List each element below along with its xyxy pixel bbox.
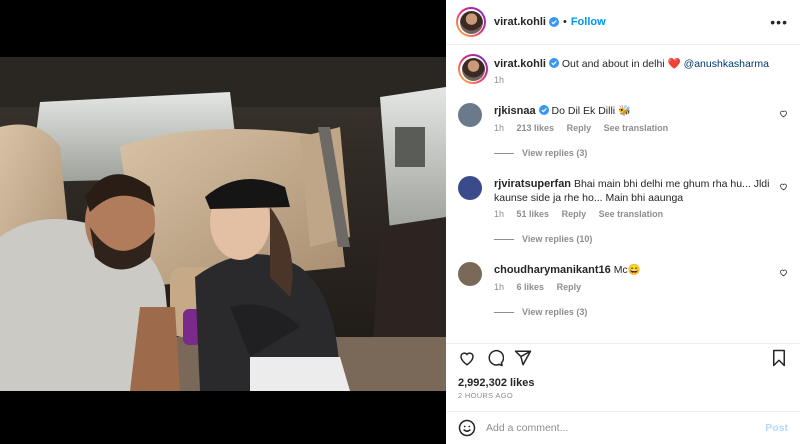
share-icon[interactable] — [514, 349, 532, 367]
caption-username[interactable]: virat.kohli — [494, 58, 546, 70]
reply-button[interactable]: Reply — [567, 123, 592, 133]
comment-text: Do Dil Ek Dilli 🐝 — [551, 105, 632, 117]
comment-item: rjviratsuperfan Bhai main bhi delhi me g… — [458, 174, 788, 249]
comment-icon[interactable] — [486, 349, 504, 367]
commenter-avatar[interactable] — [458, 176, 482, 200]
comment-age: 1h — [494, 282, 505, 292]
likes-count[interactable]: 2,992,302 likes — [458, 377, 534, 389]
caption-age: 1h — [494, 75, 505, 85]
post-side-panel: virat.kohli • Follow ••• virat.kohli Out… — [446, 0, 800, 444]
reply-button[interactable]: Reply — [562, 209, 587, 219]
comment-likes[interactable]: 51 likes — [517, 209, 550, 219]
caption-text: Out and about in delhi — [561, 58, 665, 70]
caption: virat.kohli Out and about in delhi ❤️ @a… — [458, 54, 788, 94]
heart-icon[interactable] — [458, 349, 476, 367]
caption-avatar[interactable] — [458, 54, 488, 84]
see-translation-button[interactable]: See translation — [599, 209, 664, 219]
commenter-username[interactable]: choudharymanikant16 — [494, 264, 611, 276]
comment-like-heart-icon[interactable] — [779, 109, 788, 118]
smiley-icon[interactable] — [458, 419, 476, 437]
view-replies-button[interactable]: View replies (10) — [494, 234, 592, 244]
commenter-avatar[interactable] — [458, 262, 482, 286]
post-comment-button[interactable]: Post — [765, 422, 788, 434]
caption-emoji: ❤️ — [667, 58, 681, 70]
reply-button[interactable]: Reply — [557, 282, 582, 292]
comment-age: 1h — [494, 209, 505, 219]
comment-like-heart-icon[interactable] — [779, 182, 788, 191]
post-actions-bar — [446, 343, 800, 373]
author-avatar[interactable] — [456, 7, 486, 37]
comment-age: 1h — [494, 123, 505, 133]
view-replies-button[interactable]: View replies (3) — [494, 148, 587, 158]
comments-list[interactable]: virat.kohli Out and about in delhi ❤️ @a… — [446, 46, 800, 340]
comment-likes[interactable]: 6 likes — [517, 282, 545, 292]
post-timestamp: 2 HOURS AGO — [458, 391, 513, 400]
comment-item: rjkisnaa Do Dil Ek Dilli 🐝 1h 213 likes … — [458, 101, 788, 161]
comment-item: choudharymanikant16 Mc😄 1h 6 likes Reply… — [458, 260, 788, 320]
add-comment-input[interactable] — [486, 422, 736, 434]
commenter-username[interactable]: rjkisnaa — [494, 105, 536, 117]
commenter-avatar[interactable] — [458, 103, 482, 127]
view-replies-button[interactable]: View replies (3) — [494, 307, 587, 317]
comment-likes[interactable]: 213 likes — [517, 123, 555, 133]
photo-illustration — [0, 57, 446, 391]
author-username[interactable]: virat.kohli — [494, 16, 546, 28]
post-media — [0, 0, 446, 444]
more-options-icon[interactable]: ••• — [770, 14, 788, 30]
verified-badge-icon — [548, 58, 559, 68]
comment-text: Mc😄 — [613, 264, 641, 276]
post-header: virat.kohli • Follow ••• — [446, 0, 800, 45]
commenter-username[interactable]: rjviratsuperfan — [494, 178, 571, 190]
see-translation-button[interactable]: See translation — [604, 123, 669, 133]
add-comment-bar: Post — [446, 411, 800, 444]
verified-badge-icon — [538, 105, 549, 115]
follow-button[interactable]: Follow — [571, 16, 606, 28]
caption-mention[interactable]: @anushkasharma — [684, 58, 769, 70]
post-photo[interactable] — [0, 57, 446, 391]
verified-badge-icon — [548, 17, 559, 27]
comment-like-heart-icon[interactable] — [779, 268, 788, 277]
separator-dot: • — [562, 16, 567, 28]
bookmark-icon[interactable] — [770, 349, 788, 367]
